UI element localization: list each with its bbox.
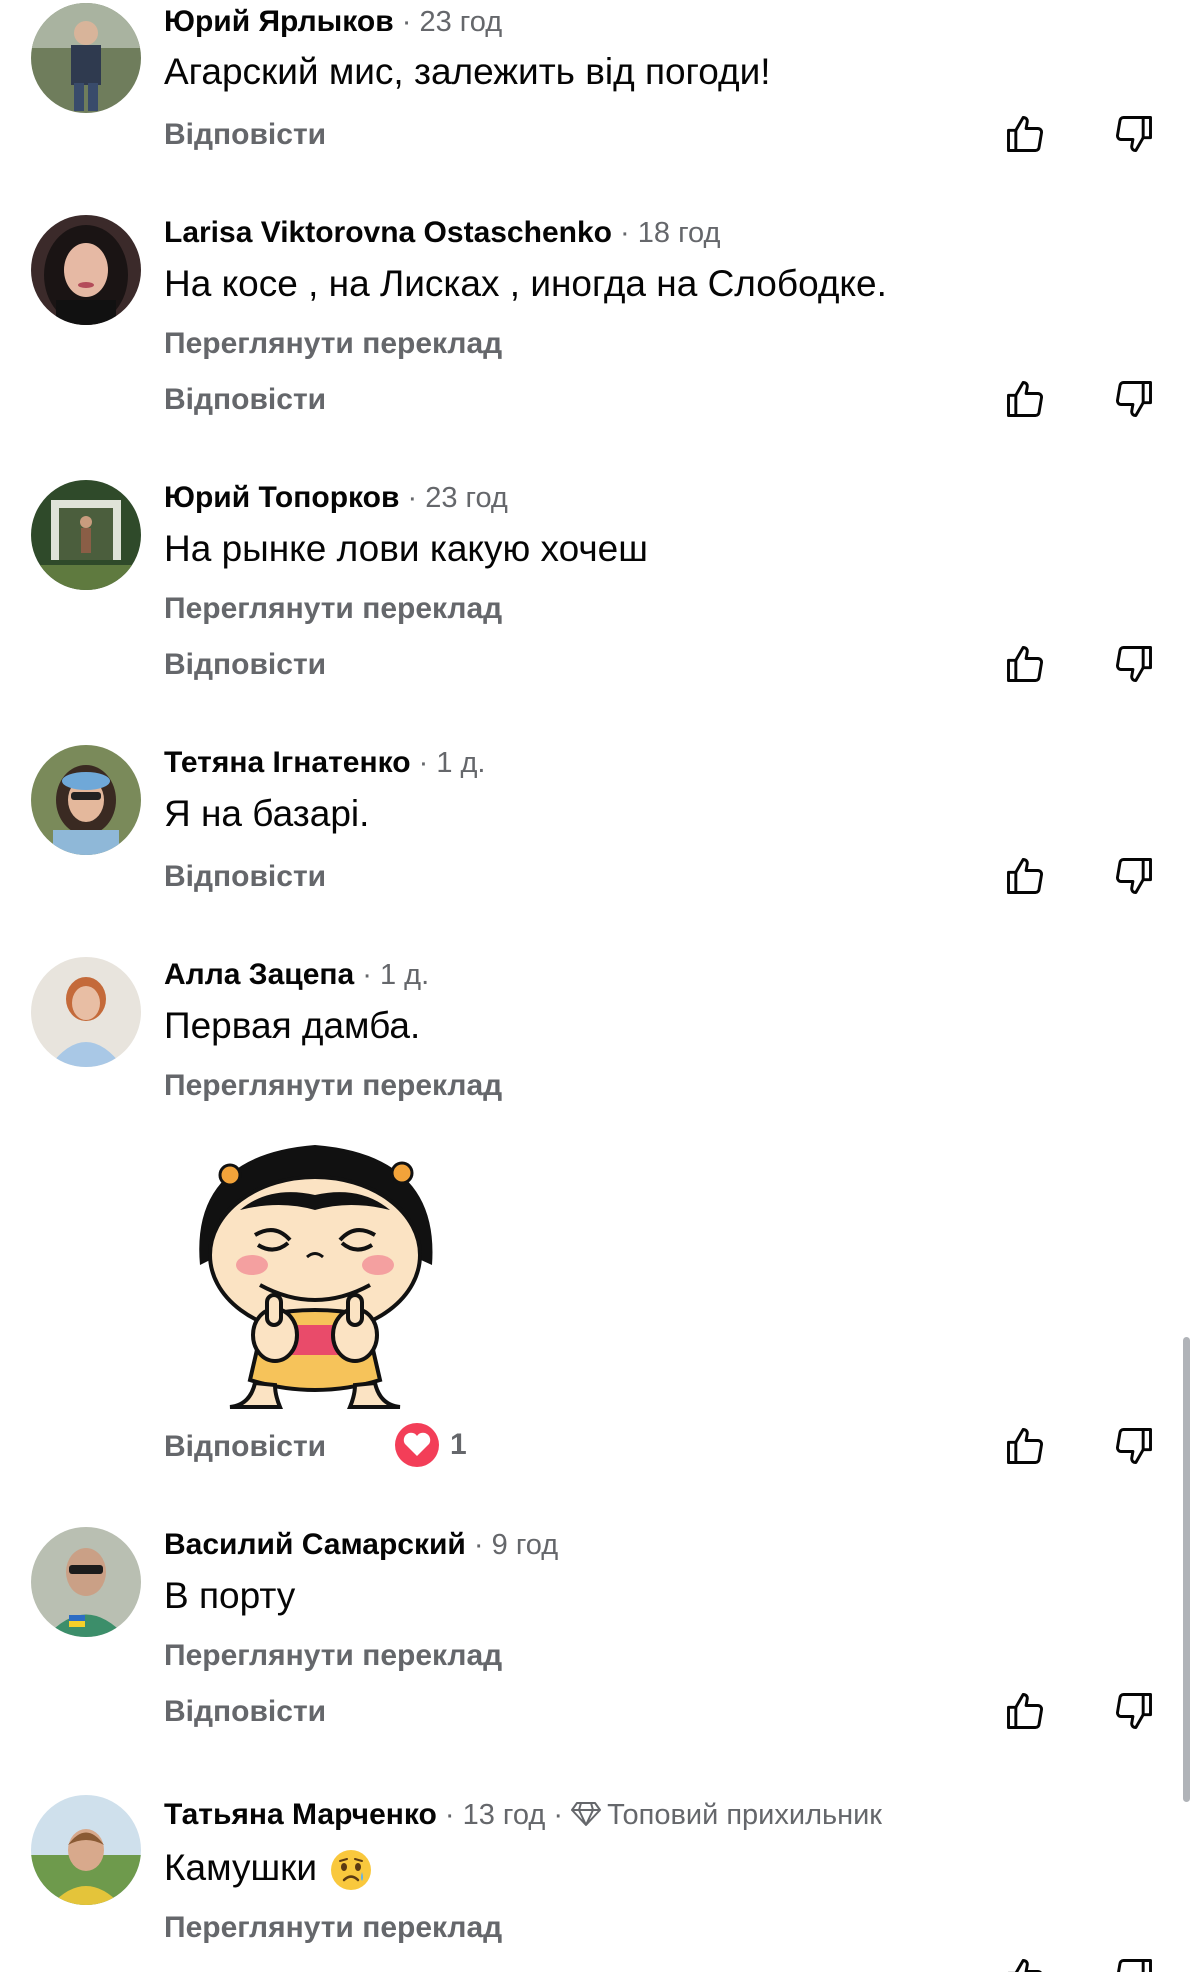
- see-translation-link[interactable]: Переглянути переклад: [164, 1639, 502, 1673]
- reaction-count: 1: [450, 1428, 467, 1461]
- author-name[interactable]: Larisa Viktorovna Ostaschenko: [164, 216, 612, 249]
- diamond-icon: [571, 1802, 602, 1826]
- thumbs-down-icon[interactable]: [1112, 377, 1156, 421]
- thumbs-down-icon[interactable]: [1112, 1955, 1156, 1972]
- thumbs-up-icon[interactable]: [1003, 1689, 1047, 1733]
- author-name[interactable]: Алла Зацепа: [164, 958, 354, 991]
- avatar[interactable]: [31, 1527, 141, 1637]
- comment-text: Камушки: [164, 1846, 373, 1892]
- author-name[interactable]: Юрий Ярлыков: [164, 5, 394, 38]
- comment-text: На косе , на Лисках , иногда на Слободке…: [164, 263, 887, 304]
- thumbs-up-icon[interactable]: [1003, 377, 1047, 421]
- comment-time[interactable]: 23 год: [419, 6, 502, 38]
- scrollbar[interactable]: [1183, 1337, 1190, 1802]
- avatar[interactable]: [31, 3, 141, 113]
- comment-time[interactable]: 18 год: [638, 217, 721, 249]
- reaction-summary[interactable]: 1: [394, 1422, 467, 1468]
- reply-button[interactable]: Відповісти: [164, 118, 326, 152]
- comment-header: Василий Самарский · 9 год: [164, 1527, 558, 1563]
- comment-time[interactable]: 23 год: [425, 482, 508, 514]
- separator: ·: [611, 217, 638, 249]
- comment-time[interactable]: 9 год: [492, 1529, 559, 1561]
- comment-time[interactable]: 13 год: [463, 1799, 546, 1831]
- thumbs-down-icon[interactable]: [1112, 112, 1156, 156]
- reply-button[interactable]: Відповісти: [164, 648, 326, 682]
- comment-text-content: Камушки: [164, 1847, 318, 1888]
- avatar[interactable]: [31, 215, 141, 325]
- reply-button[interactable]: Відповісти: [164, 1430, 326, 1464]
- avatar[interactable]: [31, 1795, 141, 1905]
- sad-face-emoji: [331, 1850, 372, 1891]
- see-translation-link[interactable]: Переглянути переклад: [164, 592, 502, 626]
- comment-header: Алла Зацепа · 1 д.: [164, 957, 429, 993]
- thumbs-down-icon[interactable]: [1112, 642, 1156, 686]
- see-translation-link[interactable]: Переглянути переклад: [164, 1911, 502, 1945]
- comment-header: Larisa Viktorovna Ostaschenko · 18 год: [164, 215, 720, 251]
- comment-header: Татьяна Марченко · 13 год · Топовий прих…: [164, 1797, 882, 1833]
- top-fan-badge[interactable]: Топовий прихильник: [607, 1799, 882, 1831]
- avatar[interactable]: [31, 480, 141, 590]
- reply-button[interactable]: Відповісти: [164, 860, 326, 894]
- comment-header: Юрий Ярлыков · 23 год: [164, 4, 502, 40]
- separator: ·: [354, 959, 380, 991]
- cartoon-girl-thumbs-up-sticker[interactable]: [170, 1115, 460, 1415]
- thumbs-up-icon[interactable]: [1003, 1424, 1047, 1468]
- author-name[interactable]: Юрий Топорков: [164, 481, 399, 514]
- separator: ·: [545, 1799, 572, 1831]
- comment-header: Юрий Топорков · 23 год: [164, 480, 508, 516]
- comment-text: В порту: [164, 1575, 296, 1616]
- author-name[interactable]: Татьяна Марченко: [164, 1798, 437, 1831]
- separator: ·: [393, 6, 420, 38]
- thumbs-down-icon[interactable]: [1112, 1689, 1156, 1733]
- see-translation-link[interactable]: Переглянути переклад: [164, 1069, 502, 1103]
- author-name[interactable]: Тетяна Ігнатенко: [164, 746, 411, 779]
- comment-header: Тетяна Ігнатенко · 1 д.: [164, 745, 486, 781]
- thumbs-up-icon[interactable]: [1003, 1955, 1047, 1972]
- avatar[interactable]: [31, 745, 141, 855]
- separator: ·: [399, 482, 426, 514]
- author-name[interactable]: Василий Самарский: [164, 1528, 466, 1561]
- comment-text: Я на базарі.: [164, 793, 370, 834]
- thumbs-up-icon[interactable]: [1003, 642, 1047, 686]
- avatar[interactable]: [31, 957, 141, 1067]
- comment-text: Агарский мис, залежить від погоди!: [164, 51, 771, 92]
- thumbs-down-icon[interactable]: [1112, 854, 1156, 898]
- separator: ·: [465, 1529, 492, 1561]
- heart-icon: [395, 1423, 439, 1467]
- see-translation-link[interactable]: Переглянути переклад: [164, 327, 502, 361]
- comment-text: На рынке лови какую хочеш: [164, 528, 648, 569]
- comments-feed: Юрий Ярлыков · 23 год Агарский мис, зале…: [0, 0, 1200, 1972]
- thumbs-up-icon[interactable]: [1003, 854, 1047, 898]
- separator: ·: [410, 747, 437, 779]
- separator: ·: [436, 1799, 463, 1831]
- thumbs-up-icon[interactable]: [1003, 112, 1047, 156]
- comment-text: Первая дамба.: [164, 1005, 421, 1046]
- thumbs-down-icon[interactable]: [1112, 1424, 1156, 1468]
- comment-time[interactable]: 1 д.: [436, 747, 485, 779]
- reply-button[interactable]: Відповісти: [164, 1695, 326, 1729]
- reply-button[interactable]: Відповісти: [164, 383, 326, 417]
- comment-time[interactable]: 1 д.: [380, 959, 429, 991]
